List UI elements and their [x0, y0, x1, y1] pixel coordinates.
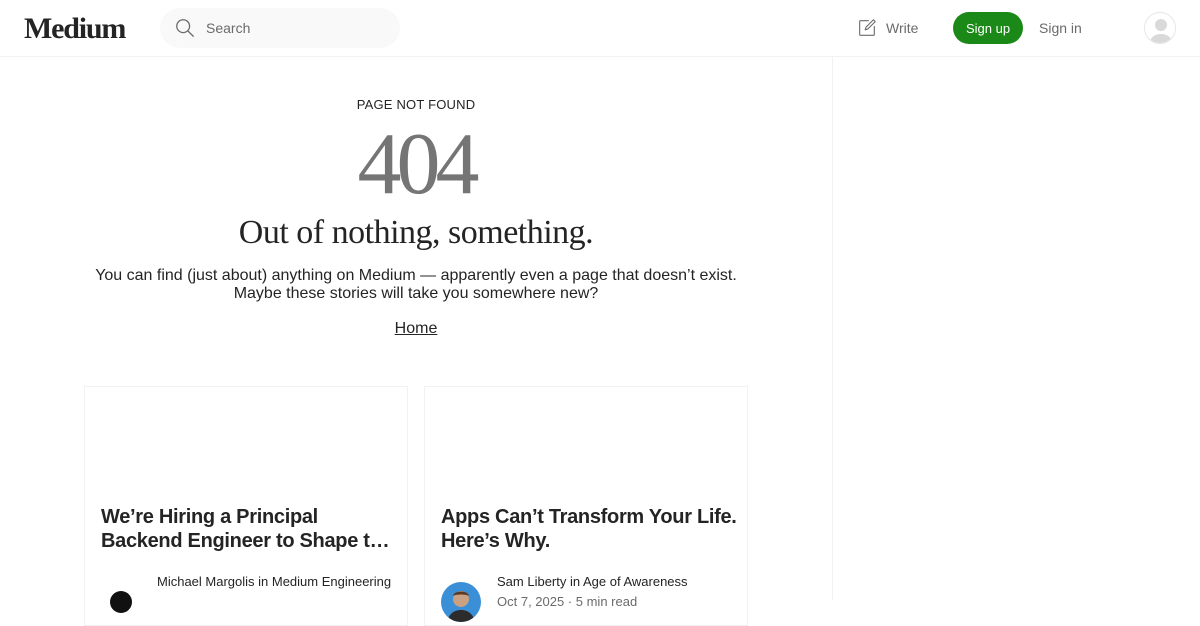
description: You can find (just about) anything on Me… [60, 267, 772, 303]
top-nav: Medium Write Sign up Sign in [0, 0, 1200, 57]
sign-up-button[interactable]: Sign up [953, 12, 1023, 44]
not-found-section: PAGE NOT FOUND 404 Out of nothing, somet… [0, 57, 832, 626]
home-link[interactable]: Home [395, 320, 438, 337]
home-link-wrapper: Home [0, 320, 832, 338]
search-input[interactable] [206, 18, 386, 38]
write-label: Write [886, 20, 919, 36]
error-code: 404 [357, 116, 480, 213]
author-logo-icon [101, 582, 141, 622]
right-rail-divider [832, 57, 833, 600]
search-bar[interactable] [160, 8, 400, 48]
sign-in-link[interactable]: Sign in [1039, 20, 1082, 36]
search-icon [176, 19, 194, 37]
page-not-found-label: PAGE NOT FOUND [356, 97, 476, 112]
description-line-2: Maybe these stories will take you somewh… [233, 285, 599, 302]
avatar-placeholder-icon [1145, 13, 1175, 43]
page-title: Out of nothing, something. [238, 214, 594, 251]
write-button[interactable]: Write [856, 16, 918, 40]
story-card[interactable]: Apps Can’t Transform Your Life. Here’s W… [424, 386, 748, 626]
author-avatar[interactable] [101, 582, 141, 622]
description-line-1: You can find (just about) anything on Me… [95, 267, 737, 284]
story-meta: Oct 7, 2025 · 5 min read [497, 594, 638, 609]
story-byline[interactable]: Sam Liberty in Age of Awareness [497, 574, 741, 589]
author-photo-icon [441, 582, 481, 622]
author-avatar[interactable] [441, 582, 481, 622]
write-icon [859, 19, 876, 36]
story-byline[interactable]: Michael Margolis in Medium Engineering [157, 574, 401, 589]
medium-logo[interactable]: Medium [24, 12, 126, 46]
story-title[interactable]: Apps Can’t Transform Your Life. Here’s W… [441, 505, 737, 553]
story-title[interactable]: We’re Hiring a Principal Backend Enginee… [101, 505, 397, 553]
user-avatar[interactable] [1144, 12, 1176, 44]
story-card[interactable]: We’re Hiring a Principal Backend Enginee… [84, 386, 408, 626]
